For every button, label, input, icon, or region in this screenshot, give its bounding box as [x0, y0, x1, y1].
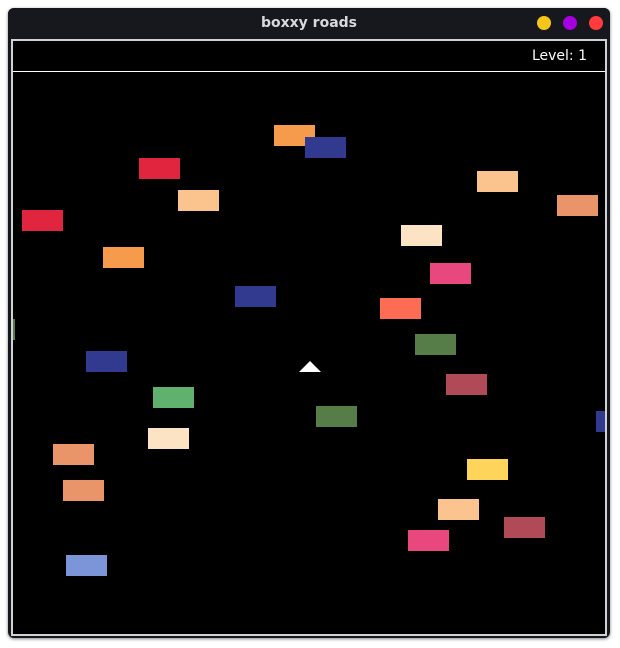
hud-bar: Level: 1 [13, 41, 605, 72]
obstacle-box [13, 319, 15, 340]
title-bar[interactable]: boxxy roads [8, 8, 610, 38]
obstacle-box [86, 351, 127, 372]
obstacle-box [477, 171, 518, 192]
obstacle-box [316, 406, 357, 427]
obstacle-box [235, 286, 276, 307]
maximize-button[interactable] [563, 16, 577, 30]
obstacle-box [430, 263, 471, 284]
obstacle-box [178, 190, 219, 211]
game-canvas[interactable]: Level: 1 [11, 39, 607, 636]
obstacle-box [438, 499, 479, 520]
obstacle-box [415, 334, 456, 355]
obstacle-box [305, 137, 346, 158]
playfield[interactable] [13, 72, 605, 634]
window-title: boxxy roads [260, 15, 358, 31]
close-button[interactable] [589, 16, 603, 30]
obstacle-box [596, 411, 605, 432]
obstacle-box [63, 480, 104, 501]
minimize-button[interactable] [537, 16, 551, 30]
obstacle-box [22, 210, 63, 231]
player-ship[interactable] [299, 361, 321, 372]
obstacle-box [557, 195, 598, 216]
level-indicator: Level: 1 [531, 48, 587, 64]
game-window: boxxy roads Level: 1 [8, 8, 610, 638]
obstacle-box [446, 374, 487, 395]
obstacle-box [66, 555, 107, 576]
obstacle-box [467, 459, 508, 480]
obstacle-box [401, 225, 442, 246]
obstacle-box [53, 444, 94, 465]
obstacle-box [408, 530, 449, 551]
obstacle-box [139, 158, 180, 179]
obstacle-box [153, 387, 194, 408]
obstacle-box [380, 298, 421, 319]
obstacle-box [504, 517, 545, 538]
obstacle-box [148, 428, 189, 449]
obstacle-box [103, 247, 144, 268]
